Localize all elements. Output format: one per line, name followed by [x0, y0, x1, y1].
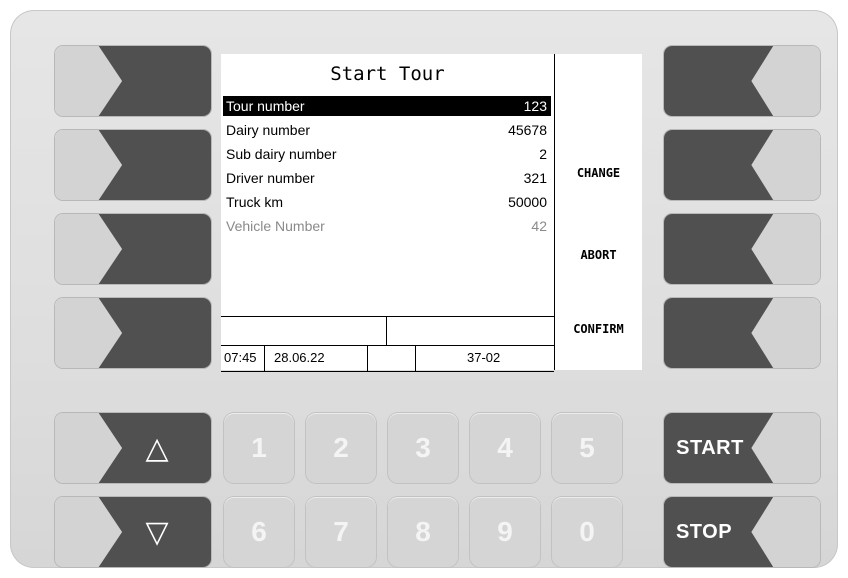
softkey-label-change: CHANGE — [576, 166, 621, 180]
key-8[interactable]: 8 — [388, 497, 458, 567]
field-row-driver-number[interactable]: Driver number 321 — [223, 168, 551, 188]
right-softkey-4[interactable] — [664, 298, 820, 368]
key-2[interactable]: 2 — [306, 413, 376, 483]
field-value: 2 — [539, 146, 547, 162]
key-7[interactable]: 7 — [306, 497, 376, 567]
stop-button[interactable]: STOP — [664, 497, 820, 567]
key-3[interactable]: 3 — [388, 413, 458, 483]
field-label: Dairy number — [226, 122, 311, 138]
field-row-vehicle-number: Vehicle Number 42 — [223, 216, 551, 236]
right-softkey-1[interactable] — [664, 46, 820, 116]
key-1[interactable]: 1 — [224, 413, 294, 483]
start-label: START — [676, 436, 744, 459]
field-row-truck-km[interactable]: Truck km 50000 — [223, 192, 551, 212]
field-row-sub-dairy-number[interactable]: Sub dairy number 2 — [223, 144, 551, 164]
field-label: Sub dairy number — [226, 146, 337, 162]
message-bar — [221, 316, 554, 345]
start-button[interactable]: START — [664, 413, 820, 483]
left-softkey-2[interactable] — [55, 130, 211, 200]
softkey-label-confirm: CONFIRM — [573, 322, 624, 336]
softkey-label-abort: ABORT — [580, 248, 617, 262]
left-softkey-4[interactable] — [55, 298, 211, 368]
field-label: Vehicle Number — [226, 218, 325, 234]
status-bar: 07:45 28.06.22 37-02 — [221, 345, 554, 372]
right-softkey-3[interactable] — [664, 214, 820, 284]
left-softkey-1[interactable] — [55, 46, 211, 116]
down-triangle-icon: ▽ — [145, 515, 169, 549]
right-softkey-2[interactable] — [664, 130, 820, 200]
field-label: Driver number — [226, 170, 315, 186]
field-value: 321 — [523, 170, 547, 186]
status-time: 07:45 — [224, 350, 257, 365]
field-value: 45678 — [508, 122, 547, 138]
key-6[interactable]: 6 — [224, 497, 294, 567]
screen-title: Start Tour — [330, 63, 445, 85]
lcd-display: Start Tour Tour number 123 Dairy number … — [221, 54, 642, 372]
key-9[interactable]: 9 — [470, 497, 540, 567]
field-value: 50000 — [508, 194, 547, 210]
field-value: 123 — [523, 98, 547, 114]
key-4[interactable]: 4 — [470, 413, 540, 483]
key-0[interactable]: 0 — [552, 497, 622, 567]
field-label: Tour number — [226, 98, 305, 114]
up-arrow-button[interactable]: △ — [55, 413, 211, 483]
status-code: 37-02 — [467, 350, 501, 365]
lcd-main-area: Start Tour Tour number 123 Dairy number … — [221, 54, 555, 372]
left-softkey-3[interactable] — [55, 214, 211, 284]
field-label: Truck km — [226, 194, 284, 210]
field-value: 42 — [531, 218, 547, 234]
status-date: 28.06.22 — [274, 350, 325, 365]
up-triangle-icon: △ — [145, 431, 169, 465]
key-5[interactable]: 5 — [552, 413, 622, 483]
stop-label: STOP — [675, 520, 733, 543]
field-row-dairy-number[interactable]: Dairy number 45678 — [223, 120, 551, 140]
down-arrow-button[interactable]: ▽ — [55, 497, 211, 567]
field-row-tour-number[interactable]: Tour number 123 — [223, 96, 551, 116]
